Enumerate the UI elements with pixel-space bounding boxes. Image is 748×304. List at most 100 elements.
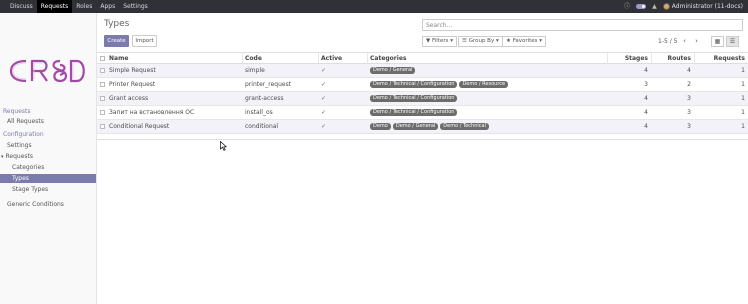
sidebar-item-settings[interactable]: Settings (0, 141, 96, 150)
groupby-button[interactable]: ☰ Group By ▾ (458, 36, 503, 47)
groupby-label: Group By (468, 38, 495, 44)
category-tag: Demo / Technical / Configuration (370, 109, 458, 116)
app-logo (9, 59, 85, 83)
avatar (662, 3, 670, 10)
sidebar-item-all-requests[interactable]: All Requests (0, 117, 96, 126)
section-requests-label: Requests (3, 108, 31, 115)
groupby-icon: ☰ (462, 38, 467, 44)
row-checkbox[interactable] (100, 110, 105, 115)
row-name: Printer Request (109, 81, 156, 88)
row-checkbox[interactable] (100, 82, 105, 87)
col-routes[interactable]: Routes (653, 53, 691, 64)
table-footer (97, 134, 748, 140)
category-tag: Demo / General (392, 123, 439, 130)
menu-discuss[interactable]: Discuss (6, 0, 37, 13)
table-row[interactable]: Conditional Request conditional ✓ Demo D… (97, 120, 748, 134)
menu-settings[interactable]: Settings (119, 0, 152, 13)
sidebar-item-categories[interactable]: Categories (0, 163, 96, 172)
row-routes: 3 (687, 109, 691, 116)
menu-requests[interactable]: Requests (36, 0, 73, 13)
types-table: Name Code Active Categories Stages Route… (97, 52, 748, 140)
toggle-icon[interactable] (636, 4, 647, 9)
col-requests[interactable]: Requests (697, 53, 745, 64)
pager-previous-icon[interactable]: ‹ (679, 36, 690, 47)
sidebar-item-types[interactable]: Types (0, 174, 96, 183)
row-stages: 3 (644, 81, 648, 88)
row-requests: 1 (741, 67, 745, 74)
row-routes: 2 (687, 81, 691, 88)
table-header: Name Code Active Categories Stages Route… (97, 52, 748, 65)
row-requests: 1 (741, 95, 745, 102)
row-name: Simple Request (109, 67, 156, 74)
row-stages: 4 (644, 67, 648, 74)
sidebar-item-generic-conditions[interactable]: Generic Conditions (0, 200, 96, 209)
section-configuration-label: Configuration (3, 131, 44, 138)
bell-icon[interactable]: ▲ (652, 0, 657, 13)
main-content: Types Create Import ▼ Filters ▾ ☰ Group … (97, 13, 748, 304)
sidebar-item-stage-types[interactable]: Stage Types (0, 185, 96, 194)
table-row[interactable]: Simple Request simple ✓ Demo / General 4… (97, 64, 748, 78)
row-name: Grant access (109, 95, 149, 102)
pager-next-icon[interactable]: › (691, 36, 702, 47)
filters-button[interactable]: ▼ Filters ▾ (422, 36, 457, 47)
star-icon: ★ (506, 38, 511, 44)
row-categories: Demo / Technical / Configuration (370, 95, 458, 102)
row-checkbox[interactable] (100, 68, 105, 73)
col-name[interactable]: Name (109, 53, 128, 64)
row-stages: 4 (644, 95, 648, 102)
row-categories: Demo Demo / General Demo / Technical (370, 123, 489, 130)
table-row[interactable]: Запит на встановлення ОС install_os ✓ De… (97, 106, 748, 120)
row-name: Conditional Request (109, 123, 170, 130)
category-tag: Demo / Technical / Configuration (370, 95, 458, 102)
category-tag: Demo / Resource (459, 81, 509, 88)
active-check-icon: ✓ (321, 109, 327, 116)
import-button[interactable]: Import (132, 35, 157, 47)
row-routes: 3 (687, 95, 691, 102)
category-tag: Demo (370, 123, 391, 130)
row-requests: 1 (741, 109, 745, 116)
menu-apps[interactable]: Apps (96, 0, 119, 13)
user-menu[interactable]: Administrator (11-docs) (662, 3, 743, 10)
sidebar: Requests All Requests Configuration Sett… (0, 13, 97, 304)
sidebar-item-requests-group[interactable]: ▾ Requests (0, 152, 96, 161)
row-checkbox[interactable] (100, 124, 105, 129)
pager-value[interactable]: 1-5 / 5 (658, 38, 677, 45)
col-code[interactable]: Code (245, 53, 262, 64)
search-input[interactable] (422, 19, 743, 31)
active-check-icon: ✓ (321, 81, 327, 88)
table-row[interactable]: Printer Request printer_request ✓ Demo /… (97, 78, 748, 92)
row-requests: 1 (741, 123, 745, 130)
page-title: Types (104, 19, 130, 29)
caret-down-icon: ▾ (450, 38, 453, 44)
table-row[interactable]: Grant access grant-access ✓ Demo / Techn… (97, 92, 748, 106)
row-checkbox[interactable] (100, 96, 105, 101)
row-code: printer_request (245, 81, 292, 88)
active-check-icon: ✓ (321, 95, 327, 102)
list-view-icon[interactable]: ☰ (726, 36, 739, 47)
row-code: grant-access (245, 95, 284, 102)
col-categories[interactable]: Categories (370, 53, 406, 64)
select-all-checkbox[interactable] (100, 56, 105, 61)
caret-down-icon: ▾ (539, 38, 543, 44)
row-code: install_os (245, 109, 273, 116)
help-icon[interactable]: ⓘ (624, 0, 630, 13)
row-routes: 4 (687, 67, 691, 74)
row-name: Запит на встановлення ОС (109, 109, 195, 116)
caret-down-icon: ▾ (495, 38, 499, 44)
col-stages[interactable]: Stages (609, 53, 648, 64)
kanban-view-icon[interactable]: ▦ (711, 36, 724, 47)
row-requests: 1 (741, 81, 745, 88)
favorites-label: Favorites (512, 38, 538, 44)
create-button[interactable]: Create (104, 35, 129, 47)
filters-label: Filters (431, 38, 449, 44)
row-code: conditional (245, 123, 279, 130)
menu-roles[interactable]: Roles (72, 0, 96, 13)
active-check-icon: ✓ (321, 123, 327, 130)
filter-icon: ▼ (426, 38, 431, 44)
col-active[interactable]: Active (321, 53, 342, 64)
sidebar-item-requests-group-label: Requests (5, 153, 34, 160)
active-check-icon: ✓ (321, 67, 327, 74)
main-menu: Discuss Requests Roles Apps Settings (0, 0, 152, 13)
favorites-button[interactable]: ★ Favorites ▾ (502, 36, 547, 47)
row-categories: Demo / Technical / Configuration Demo / … (370, 81, 509, 88)
